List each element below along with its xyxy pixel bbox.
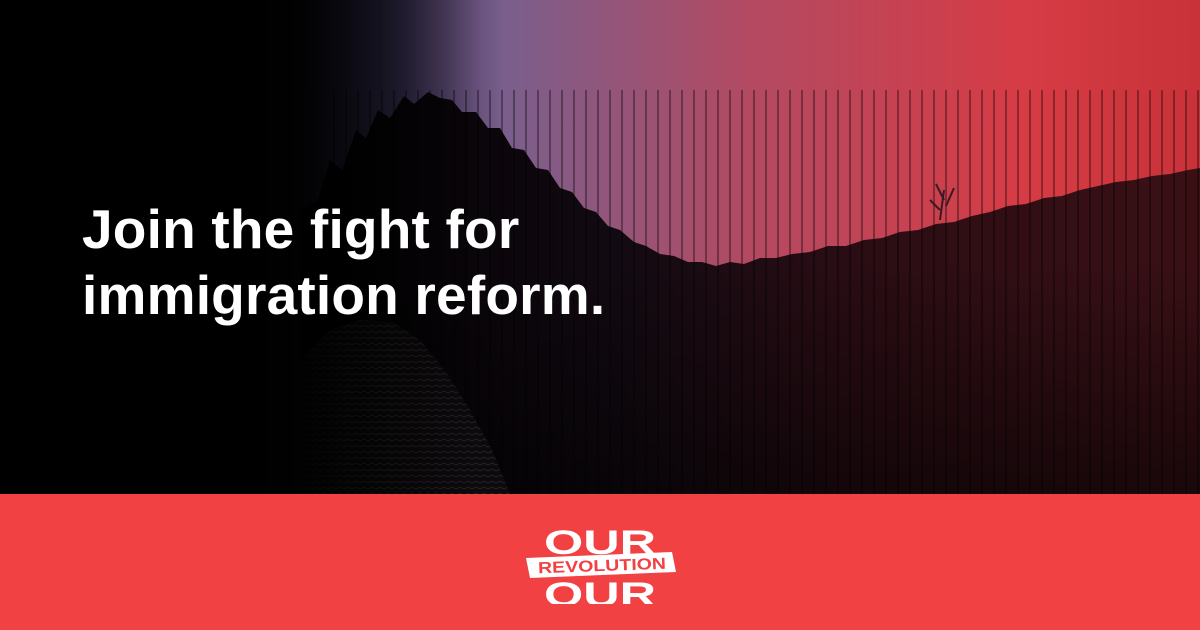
share-card: Join the fight for immigration reform. O… (0, 0, 1200, 630)
logo-word-bottom: OUR (544, 576, 656, 604)
hero-banner: Join the fight for immigration reform. (0, 0, 1200, 494)
our-revolution-logo-mark: OUR REVOLUTION OUR (526, 524, 676, 604)
headline: Join the fight for immigration reform. (82, 196, 722, 328)
headline-line-1: Join the fight for (82, 198, 520, 260)
our-revolution-logo[interactable]: OUR REVOLUTION OUR (522, 524, 678, 604)
headline-line-2: immigration reform. (82, 264, 606, 326)
logo-word-middle: REVOLUTION (538, 556, 667, 577)
